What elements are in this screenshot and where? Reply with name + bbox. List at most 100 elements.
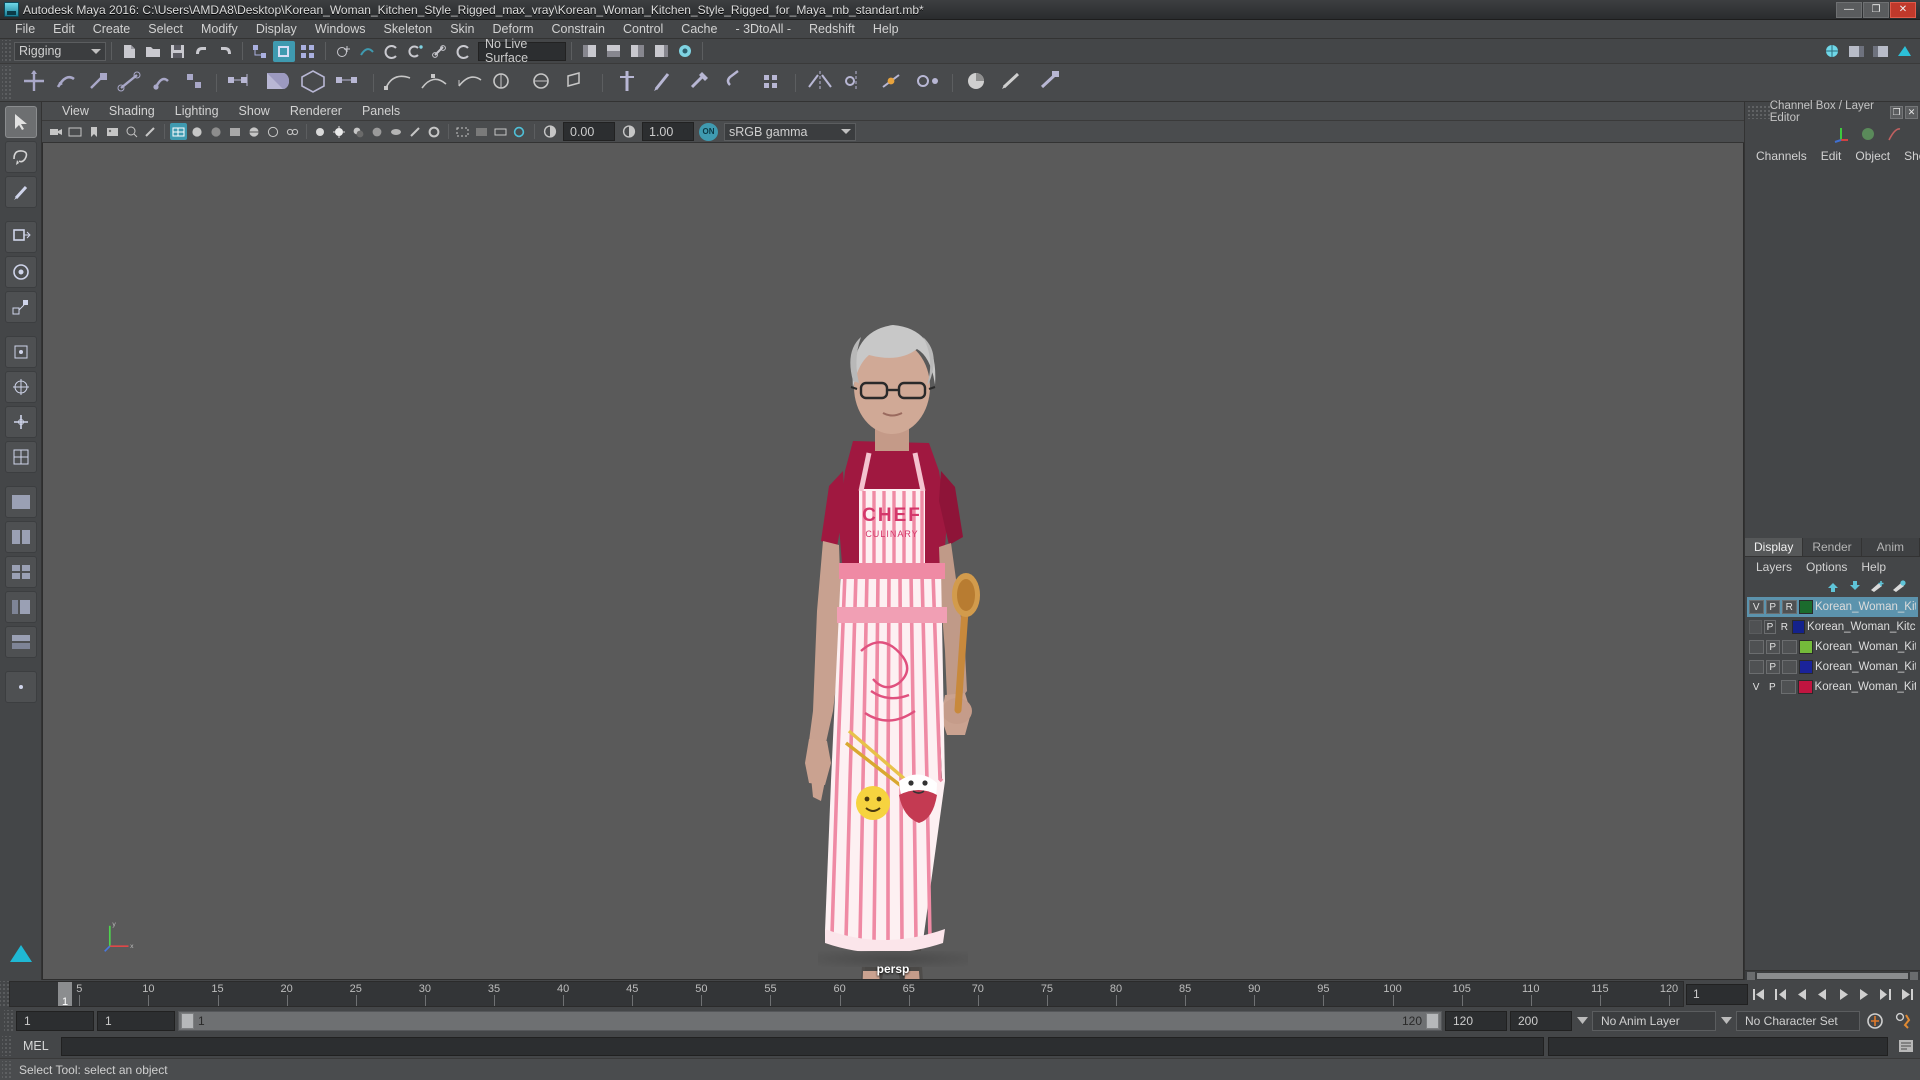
- multisample-aa-icon[interactable]: [407, 123, 424, 140]
- layout-hypershade-button[interactable]: [5, 626, 37, 658]
- menu-redshift[interactable]: Redshift: [800, 20, 864, 39]
- shelf-parent-constraint-icon[interactable]: [911, 66, 945, 96]
- go-to-start-button[interactable]: [1750, 985, 1769, 1004]
- open-scene-button[interactable]: [142, 41, 164, 62]
- snap-to-view-plane-button[interactable]: [428, 41, 450, 62]
- shelf-curve-edit-icon[interactable]: [417, 66, 451, 96]
- character-set-field[interactable]: No Character Set: [1736, 1011, 1860, 1031]
- shelf-lattice-icon[interactable]: [260, 66, 294, 96]
- layer-row[interactable]: V P R Korean_Woman_Kitche: [1747, 597, 1918, 617]
- depth-of-field-icon[interactable]: [426, 123, 443, 140]
- viewport-menu-renderer[interactable]: Renderer: [280, 102, 352, 121]
- show-attribute-editor-button[interactable]: [626, 41, 648, 62]
- layer-name[interactable]: Korean_Woman_Kitche: [1815, 681, 1916, 693]
- layer-playback-toggle[interactable]: P: [1766, 640, 1781, 654]
- anim-layer-field[interactable]: No Anim Layer: [1592, 1011, 1716, 1031]
- snap-to-curve-button[interactable]: [356, 41, 378, 62]
- shelf-skin-bind-tool-icon[interactable]: [179, 66, 209, 96]
- character-model[interactable]: CHEF CULINARY: [713, 311, 1073, 980]
- animation-preferences-button[interactable]: [1890, 1012, 1916, 1031]
- panel-close-button[interactable]: ✕: [1905, 106, 1918, 119]
- range-start-handle[interactable]: [181, 1013, 194, 1029]
- time-cursor[interactable]: 1: [58, 982, 72, 1007]
- last-tool-used[interactable]: [5, 441, 37, 473]
- shelf-render-view-icon[interactable]: [960, 66, 994, 96]
- layer-display-type-toggle[interactable]: R: [1778, 620, 1790, 634]
- wireframe-shading-icon[interactable]: [170, 123, 187, 140]
- select-by-component-button[interactable]: [297, 41, 319, 62]
- close-button[interactable]: ✕: [1890, 2, 1916, 18]
- image-plane-icon[interactable]: [104, 123, 121, 140]
- layer-visibility-toggle[interactable]: V: [1749, 600, 1764, 614]
- layer-name[interactable]: Korean_Woman_Kitche: [1815, 641, 1916, 653]
- grease-pencil-icon[interactable]: [142, 123, 159, 140]
- menu-3dtoall[interactable]: - 3DtoAll -: [726, 20, 800, 39]
- exposure-toggle-icon[interactable]: [511, 123, 528, 140]
- soft-modification-tool[interactable]: [5, 371, 37, 403]
- shelf-surface-icon[interactable]: [453, 66, 487, 96]
- no-image-plane-icon[interactable]: [473, 123, 490, 140]
- panel-grip[interactable]: [1747, 105, 1770, 119]
- channelbox-menu-object[interactable]: Object: [1848, 149, 1897, 163]
- flat-shade-icon[interactable]: [227, 123, 244, 140]
- layer-name[interactable]: Korean_Woman_Kitche: [1815, 601, 1916, 613]
- play-forwards-button[interactable]: [1834, 985, 1853, 1004]
- layout-single-pane-button[interactable]: [5, 486, 37, 518]
- wireframe-on-shaded-icon[interactable]: [246, 123, 263, 140]
- new-scene-button[interactable]: [118, 41, 140, 62]
- shelf-revolve-icon[interactable]: [525, 66, 559, 96]
- show-outliner-button[interactable]: [578, 41, 600, 62]
- shelf-blendshape-icon[interactable]: [332, 66, 366, 96]
- layout-two-pane-button[interactable]: [5, 521, 37, 553]
- auto-keyframe-toggle[interactable]: [1863, 1012, 1887, 1031]
- sidebar-toggle-1[interactable]: [1845, 41, 1867, 62]
- isolate-select-icon[interactable]: [454, 123, 471, 140]
- workspace-selector-button[interactable]: [1821, 41, 1843, 62]
- shelf-scale-tool-icon[interactable]: [83, 66, 113, 96]
- range-end-handle[interactable]: [1426, 1013, 1439, 1029]
- layer-visibility-toggle[interactable]: [1749, 660, 1764, 674]
- shelf-paint-skin-icon[interactable]: [646, 66, 680, 96]
- layer-row[interactable]: P Korean_Woman_Kitche: [1747, 637, 1918, 657]
- gate-mask-icon[interactable]: [492, 123, 509, 140]
- sidebar-toggle-2[interactable]: [1869, 41, 1891, 62]
- show-hypergraph-button[interactable]: [602, 41, 624, 62]
- layer-row[interactable]: V P Korean_Woman_Kitche: [1747, 677, 1918, 697]
- layer-display-type-toggle[interactable]: R: [1782, 600, 1797, 614]
- animation-end-time-field[interactable]: 200: [1510, 1011, 1572, 1031]
- shelf-ik-handle-tool-icon[interactable]: [147, 66, 177, 96]
- menu-help[interactable]: Help: [864, 20, 908, 39]
- shelf-loft-icon[interactable]: [489, 66, 523, 96]
- help-line-grip[interactable]: [2, 1061, 11, 1079]
- tab-anim[interactable]: Anim: [1862, 538, 1920, 556]
- layer-playback-toggle[interactable]: P: [1764, 620, 1777, 634]
- live-surface-field[interactable]: No Live Surface: [478, 42, 566, 61]
- viewport-menu-shading[interactable]: Shading: [99, 102, 165, 121]
- undo-button[interactable]: [190, 41, 212, 62]
- menu-select[interactable]: Select: [139, 20, 192, 39]
- menu-modify[interactable]: Modify: [192, 20, 247, 39]
- color-management-toggle[interactable]: ON: [699, 123, 718, 141]
- shelf-orient-joint-icon[interactable]: [839, 66, 873, 96]
- time-slider[interactable]: 1 51015202530354045505560657075808590951…: [9, 981, 1684, 1007]
- xray-icon[interactable]: [265, 123, 282, 140]
- shelf-grip[interactable]: [2, 66, 11, 100]
- persp-viewport[interactable]: CHEF CULINARY: [42, 143, 1744, 980]
- layer-name[interactable]: Korean_Woman_Kitche: [1815, 661, 1916, 673]
- layer-row[interactable]: P R Korean_Woman_Kitchen_Styl: [1747, 617, 1918, 637]
- viewport-menu-lighting[interactable]: Lighting: [165, 102, 229, 121]
- layer-display-type-toggle[interactable]: [1781, 680, 1796, 694]
- select-by-hierarchy-button[interactable]: [249, 41, 271, 62]
- smooth-shade-all-icon[interactable]: [189, 123, 206, 140]
- character-set-dropdown-arrow[interactable]: [1719, 1011, 1733, 1031]
- view-transform-selector[interactable]: sRGB gamma: [724, 123, 856, 141]
- layer-playback-toggle[interactable]: P: [1765, 680, 1779, 694]
- gamma-field[interactable]: 1.00: [642, 122, 694, 141]
- shelf-attach-icon[interactable]: [718, 66, 752, 96]
- move-tool[interactable]: [5, 221, 37, 253]
- layers-menu-help[interactable]: Help: [1854, 560, 1893, 574]
- maximize-button[interactable]: ❐: [1863, 2, 1889, 18]
- select-camera-icon[interactable]: [47, 123, 64, 140]
- status-line-grip[interactable]: [2, 40, 11, 62]
- current-frame-field[interactable]: 1: [1686, 984, 1748, 1005]
